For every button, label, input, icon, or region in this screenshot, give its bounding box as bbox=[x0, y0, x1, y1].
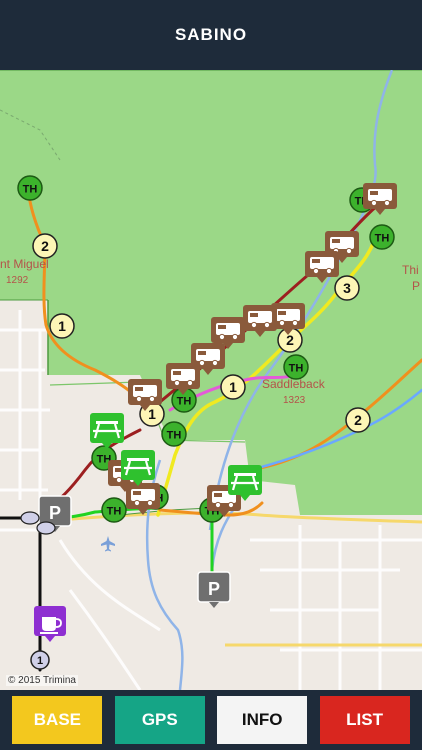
trail-map[interactable]: TH bbox=[0, 70, 422, 690]
trailhead-icon[interactable] bbox=[283, 354, 309, 380]
trail-marker[interactable]: 2 bbox=[32, 233, 58, 259]
bottom-nav: BASE GPS INFO LIST bbox=[0, 690, 422, 750]
place-elev-saddleback: 1323 bbox=[283, 395, 306, 406]
svg-text:P: P bbox=[49, 503, 61, 523]
svg-text:2: 2 bbox=[286, 332, 294, 348]
svg-text:1: 1 bbox=[37, 655, 43, 667]
base-button[interactable]: BASE bbox=[12, 696, 103, 744]
airport-icon bbox=[101, 536, 115, 552]
trail-marker[interactable]: 2 bbox=[345, 407, 371, 433]
map-attribution: © 2015 Trimina bbox=[6, 675, 78, 686]
parking-icon[interactable]: P bbox=[197, 571, 231, 608]
svg-text:P: P bbox=[208, 579, 220, 599]
trailhead-icon[interactable] bbox=[161, 421, 187, 447]
place-elev-mount-miguel: 1292 bbox=[6, 275, 29, 286]
info-button[interactable]: INFO bbox=[217, 696, 308, 744]
place-label-thimble: Thi bbox=[402, 263, 419, 277]
trailhead-icon[interactable] bbox=[17, 175, 43, 201]
gps-button[interactable]: GPS bbox=[114, 696, 205, 744]
trailhead-icon[interactable] bbox=[369, 224, 395, 250]
svg-text:1: 1 bbox=[229, 379, 237, 395]
page-title: SABINO bbox=[174, 25, 248, 44]
trail-marker[interactable]: 1 bbox=[30, 650, 50, 670]
svg-text:1: 1 bbox=[148, 406, 156, 422]
trail-marker[interactable]: 1 bbox=[220, 374, 246, 400]
place-label-thimble-line2: P bbox=[412, 279, 420, 293]
trail-marker[interactable]: 1 bbox=[49, 313, 75, 339]
app-header: SABINO bbox=[0, 0, 422, 70]
trailhead-icon[interactable] bbox=[101, 497, 127, 523]
list-button[interactable]: LIST bbox=[319, 696, 410, 744]
svg-text:3: 3 bbox=[343, 280, 351, 296]
place-label-mount-miguel: nt Miguel bbox=[0, 257, 49, 271]
picnic-table-icon[interactable] bbox=[88, 411, 126, 451]
map-canvas[interactable]: TH bbox=[0, 70, 422, 690]
trail-marker[interactable]: 3 bbox=[334, 275, 360, 301]
svg-text:2: 2 bbox=[354, 412, 362, 428]
svg-text:2: 2 bbox=[41, 238, 49, 254]
svg-text:1: 1 bbox=[58, 318, 66, 334]
